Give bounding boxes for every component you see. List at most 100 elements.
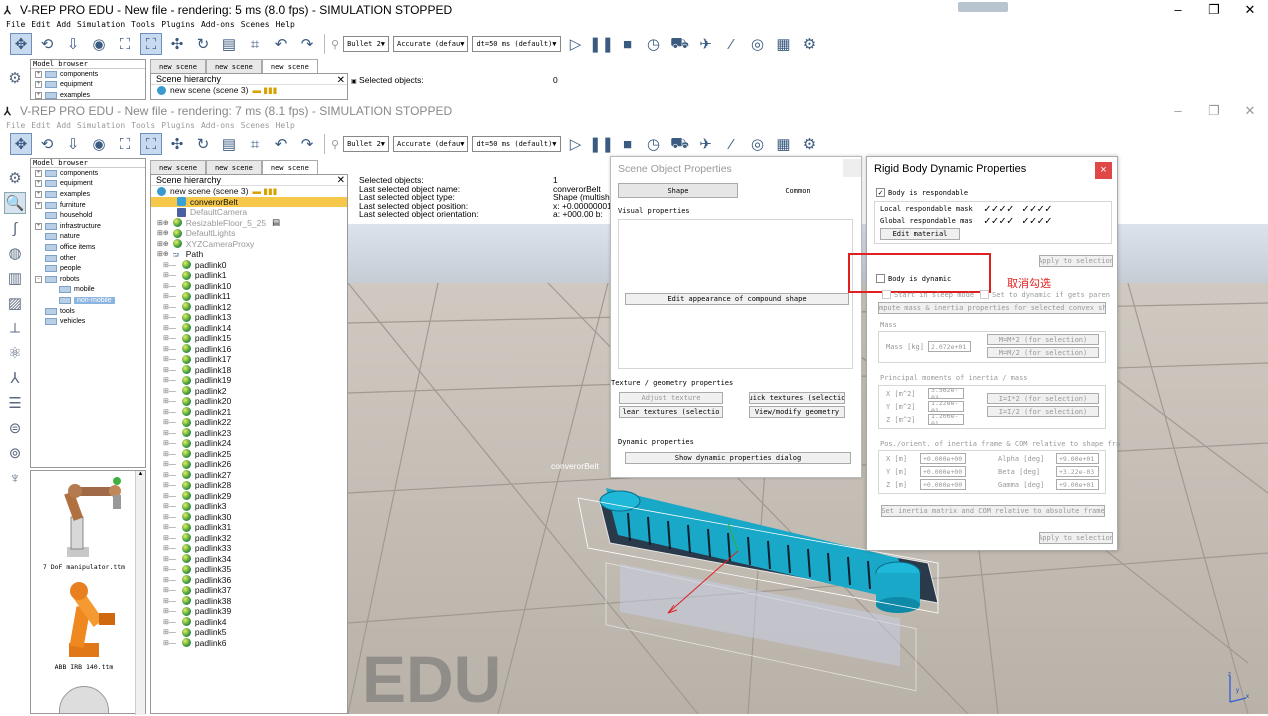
scene-item-padlink[interactable]: ⊞— padlink20	[151, 396, 347, 407]
menu-item-help[interactable]: Help	[276, 121, 295, 130]
expand-icon[interactable]: ⊞—	[163, 408, 176, 416]
menu-item-add[interactable]: Add	[57, 20, 71, 29]
inertia-x-input[interactable]: 3.562e-03	[928, 388, 964, 399]
dynamics-icon[interactable]: ⟂	[4, 317, 26, 339]
pause-icon[interactable]: ❚❚	[589, 133, 614, 155]
expand-icon[interactable]: ⊞—	[163, 376, 176, 384]
scene-item-padlink[interactable]: ⊞— padlink4	[151, 617, 347, 628]
apply-selection-button-1[interactable]: Apply to selection	[1039, 255, 1113, 267]
realtime-icon[interactable]: ◷	[643, 33, 665, 55]
car-icon[interactable]: ⛟	[669, 33, 691, 55]
menu-item-scenes[interactable]: Scenes	[241, 121, 270, 130]
hierarchy-close-icon[interactable]: ✕	[337, 175, 345, 186]
expand-icon[interactable]	[35, 255, 42, 262]
expand-icon[interactable]: ⊞—	[163, 618, 176, 626]
model-item-equipment[interactable]: + equipment	[31, 179, 145, 190]
scene-item-defaultcamera[interactable]: DefaultCamera	[151, 207, 347, 218]
expand-icon[interactable]: ⊞—	[163, 544, 176, 552]
scene-item-padlink[interactable]: ⊞— padlink23	[151, 428, 347, 439]
menu-item-file[interactable]: File	[6, 20, 25, 29]
physics-engine-select[interactable]: Bullet 2 ▼	[343, 36, 389, 52]
zoom-icon[interactable]: 🔍	[4, 192, 26, 214]
scene-item-xyzcameraproxy[interactable]: ⊞⊕ XYZCameraProxy	[151, 239, 347, 250]
expand-icon[interactable]: ⊞—	[163, 639, 176, 647]
scene-root[interactable]: new scene (scene 3) ▬ ▮▮▮	[151, 186, 347, 197]
model-item-furniture[interactable]: + furniture	[31, 200, 145, 211]
expand-icon[interactable]: +	[35, 190, 42, 198]
scene-item-padlink[interactable]: ⊞— padlink2	[151, 386, 347, 397]
scene-item-padlink[interactable]: ⊞— padlink3	[151, 501, 347, 512]
move-icon[interactable]: ✥	[10, 33, 32, 55]
undo-icon[interactable]: ↶	[270, 33, 292, 55]
obj-move-icon[interactable]: ✣	[166, 133, 188, 155]
scene-item-padlink[interactable]: ⊞— padlink26	[151, 459, 347, 470]
script-icon[interactable]: ∫	[4, 217, 26, 239]
robot-icon[interactable]: ⚙	[799, 133, 821, 155]
stop-icon[interactable]: ■	[617, 33, 639, 55]
expand-icon[interactable]: ⊞—	[163, 534, 176, 542]
expand-icon[interactable]	[35, 244, 42, 251]
pos-y-input[interactable]: +0.000e+00	[920, 466, 966, 477]
menu-item-simulation[interactable]: Simulation	[77, 20, 125, 29]
edit-material-button[interactable]: Edit material	[880, 228, 960, 240]
camera-icon[interactable]: ◉	[88, 33, 110, 55]
scene-item-padlink[interactable]: ⊞— padlink25	[151, 449, 347, 460]
rotate-icon[interactable]: ⟲	[36, 33, 58, 55]
accuracy-select[interactable]: Accurate (defau ▼	[393, 36, 469, 52]
scene-item-padlink[interactable]: ⊞— padlink33	[151, 543, 347, 554]
scene-item-padlink[interactable]: ⊞— padlink16	[151, 344, 347, 355]
expand-icon[interactable]: ⊞—	[163, 481, 176, 489]
menu-item-file[interactable]: File	[6, 121, 25, 130]
page-icon[interactable]: ▥	[4, 267, 26, 289]
thumbnail-scrollbar[interactable]: ▲	[135, 471, 145, 715]
thumbnail-7dof[interactable]	[37, 477, 132, 562]
scene-item-padlink[interactable]: ⊞— padlink13	[151, 312, 347, 323]
scene-item-padlink[interactable]: ⊞— padlink6	[151, 638, 347, 649]
expand-icon[interactable]: ⊞—	[163, 334, 176, 342]
thread-icon[interactable]: ✈	[695, 33, 717, 55]
shift-icon[interactable]: ⇩	[62, 33, 84, 55]
realtime-icon[interactable]: ◷	[643, 133, 665, 155]
menu-item-addons[interactable]: Add-ons	[201, 121, 235, 130]
expand-icon[interactable]: ⊞—	[163, 586, 176, 594]
scene-item-padlink[interactable]: ⊞— padlink10	[151, 281, 347, 292]
timestep-select[interactable]: dt=50 ms (default) ▼	[472, 136, 561, 152]
pos-x-input[interactable]: +0.000e+00	[920, 453, 966, 464]
expand-icon[interactable]: +	[35, 222, 42, 230]
redo-icon[interactable]: ↷	[296, 33, 318, 55]
expand-icon[interactable]: ⊞—	[163, 282, 176, 290]
play-icon[interactable]: ▷	[565, 33, 587, 55]
mass-div2-button[interactable]: M=M/2 (for selection)	[987, 347, 1099, 358]
assemble-icon[interactable]: ▤	[218, 33, 240, 55]
scene-item-padlink[interactable]: ⊞— padlink17	[151, 354, 347, 365]
shift-icon[interactable]: ⇩	[62, 133, 84, 155]
layers-icon[interactable]: ⊜	[4, 417, 26, 439]
scene-item-padlink[interactable]: ⊞— padlink21	[151, 407, 347, 418]
fit-view-icon[interactable]: ⛶	[114, 33, 136, 55]
settings-icon[interactable]: ⚙	[4, 67, 26, 89]
physics-engine-select[interactable]: Bullet 2 ▼	[343, 136, 389, 152]
inertia-times2-button[interactable]: I=I*2 (for selection)	[987, 393, 1099, 404]
robot-icon[interactable]: ⚙	[799, 33, 821, 55]
pos-z-input[interactable]: +0.000e+00	[920, 479, 966, 490]
inertia-div2-button[interactable]: I=I/2 (for selection)	[987, 406, 1099, 417]
inertia-y-input[interactable]: 1.228e-01	[928, 401, 964, 412]
expand-icon[interactable]: +	[35, 169, 42, 177]
settings-icon[interactable]: ⚙	[4, 167, 26, 189]
expand-icon[interactable]: ⊞—	[163, 355, 176, 363]
scene-item-padlink[interactable]: ⊞— padlink35	[151, 564, 347, 575]
accuracy-select[interactable]: Accurate (defau ▼	[393, 136, 469, 152]
tab-scene-3[interactable]: new scene	[261, 160, 318, 174]
expand-icon[interactable]: +	[35, 180, 42, 188]
back-model-item[interactable]: + equipment	[31, 80, 145, 91]
scene-item-padlink[interactable]: ⊞— padlink15	[151, 333, 347, 344]
thumbnail-next[interactable]	[59, 686, 109, 714]
tab-scene-1[interactable]: new scene	[150, 160, 206, 174]
model-item-tools[interactable]: tools	[31, 306, 145, 317]
scene-item-padlink[interactable]: ⊞— padlink36	[151, 575, 347, 586]
apply-selection-button-2[interactable]: Apply to selection	[1039, 532, 1113, 544]
eye-icon[interactable]: ◎	[747, 133, 769, 155]
alpha-input[interactable]: +9.00e+01	[1056, 453, 1099, 464]
scene-item-converorbelt[interactable]: converorBelt	[151, 196, 347, 207]
expand-icon[interactable]: ⊞—	[163, 460, 176, 468]
